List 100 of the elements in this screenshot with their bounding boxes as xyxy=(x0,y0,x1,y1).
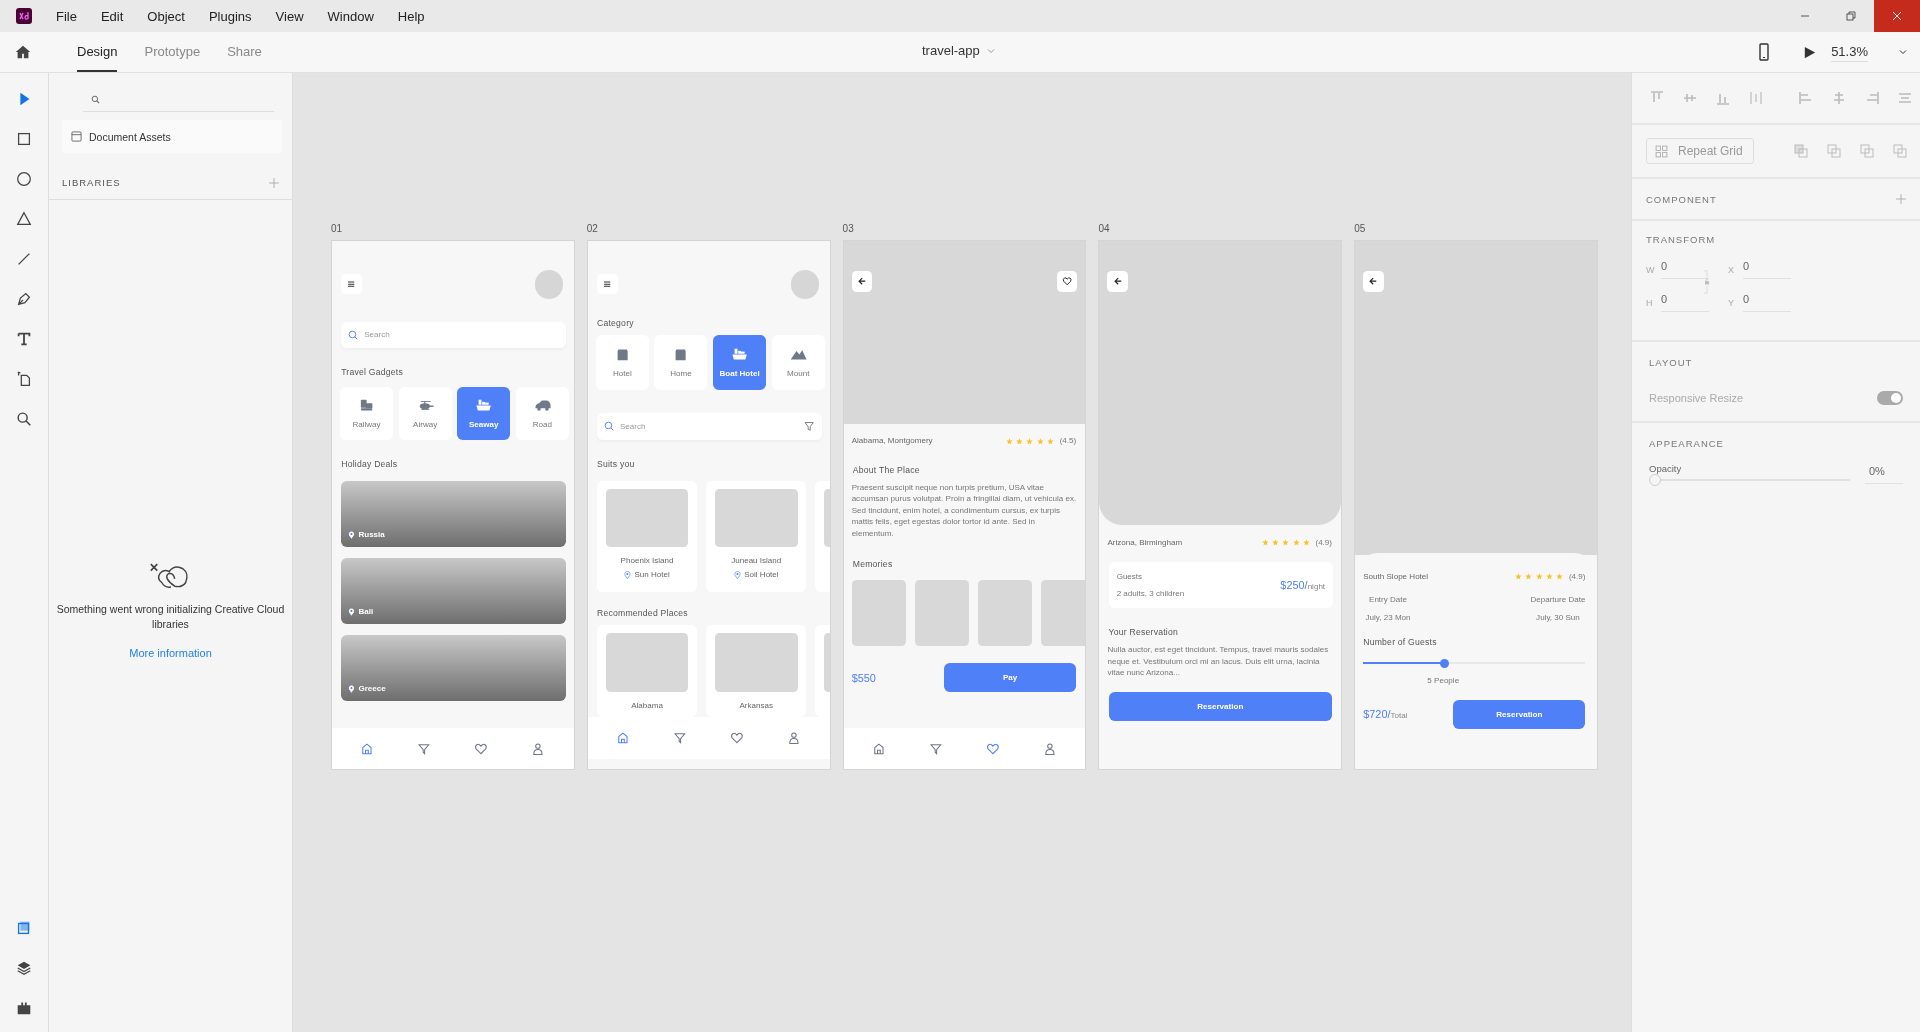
align-icon[interactable] xyxy=(1831,90,1847,106)
hotel-name: South Slope Hotel xyxy=(1363,572,1429,582)
add-icon[interactable] xyxy=(269,177,279,188)
filter-icon[interactable] xyxy=(804,421,815,432)
home-icon[interactable] xyxy=(872,741,886,756)
user-icon[interactable] xyxy=(1043,741,1057,756)
price: $720/Total xyxy=(1363,708,1408,721)
field-label: Y xyxy=(1728,297,1735,308)
deal-card[interactable]: Russia xyxy=(341,480,566,548)
boolean-icon[interactable] xyxy=(1859,143,1875,159)
back-arrow-icon xyxy=(1112,276,1123,287)
filter-icon[interactable] xyxy=(417,741,432,756)
deal-card[interactable]: Bali xyxy=(341,557,566,625)
responsive-resize-label: Responsive Resize xyxy=(1649,392,1744,404)
align-icon[interactable] xyxy=(1897,90,1913,106)
menu-button[interactable] xyxy=(597,273,618,295)
filter-icon[interactable] xyxy=(673,730,688,745)
boolean-icon[interactable] xyxy=(1826,143,1842,159)
artboard-label[interactable]: 01 xyxy=(331,223,575,234)
boolean-icon[interactable] xyxy=(1892,143,1908,159)
category-tile[interactable]: Seaway xyxy=(457,386,511,440)
heart-icon[interactable] xyxy=(986,741,1000,756)
back-button[interactable] xyxy=(1363,270,1384,292)
search-field[interactable]: Search xyxy=(597,413,822,440)
artboard-label[interactable]: 05 xyxy=(1354,223,1598,234)
align-icon[interactable] xyxy=(1748,90,1764,106)
category-tile[interactable]: Hotel xyxy=(595,334,649,391)
artboard-tool-icon xyxy=(15,370,33,388)
category-tile[interactable]: Railway xyxy=(340,386,393,440)
menu-item[interactable]: Plugins xyxy=(208,8,252,24)
avatar[interactable] xyxy=(534,269,564,299)
back-button[interactable] xyxy=(851,270,873,292)
menu-item[interactable]: View xyxy=(275,8,304,24)
align-icon[interactable] xyxy=(1798,90,1814,106)
reservation-button[interactable]: Reservation xyxy=(1108,692,1332,722)
favorite-button[interactable] xyxy=(1056,270,1078,292)
number-field[interactable]: 0 xyxy=(1661,260,1709,279)
deal-card[interactable]: Greece xyxy=(341,634,566,702)
category-tile[interactable]: Airway xyxy=(398,386,452,440)
artboard-label[interactable]: 04 xyxy=(1098,223,1343,234)
section-heading: Holiday Deals xyxy=(341,459,398,470)
app-logo xyxy=(16,8,32,24)
heart-icon[interactable] xyxy=(474,741,489,756)
document-assets-item[interactable]: Document Assets xyxy=(62,120,282,153)
mode-tab[interactable]: Share xyxy=(227,32,262,72)
date-value[interactable]: July, 23 Mon xyxy=(1365,613,1411,623)
filter-icon[interactable] xyxy=(929,741,943,756)
hotel-name: Sun Hotel xyxy=(634,570,670,580)
add-icon[interactable] xyxy=(1896,194,1906,204)
align-icon[interactable] xyxy=(1864,90,1880,106)
menu-item[interactable]: Object xyxy=(147,8,185,24)
category-tile[interactable]: Home xyxy=(654,334,708,391)
boolean-icon[interactable] xyxy=(1793,143,1809,159)
avatar[interactable] xyxy=(790,269,820,299)
phone-icon[interactable] xyxy=(1758,42,1771,62)
date-label: Departure Date xyxy=(1530,595,1586,604)
category-tile[interactable]: Road xyxy=(515,386,569,440)
place-card[interactable]: Alabama xyxy=(597,625,698,718)
menu-item[interactable]: Help xyxy=(397,8,425,24)
menu-item[interactable]: Window xyxy=(327,8,374,24)
zoom-field[interactable]: 51.3% xyxy=(1831,42,1868,62)
artboard-label[interactable]: 02 xyxy=(586,223,831,234)
number-field[interactable]: 0 xyxy=(1743,293,1791,312)
menu-item[interactable]: File xyxy=(56,8,77,24)
menu-item[interactable]: Edit xyxy=(100,8,124,24)
number-field[interactable]: 0 xyxy=(1743,260,1791,279)
search-icon xyxy=(15,410,33,428)
opacity-slider[interactable] xyxy=(1649,474,1850,486)
user-icon[interactable] xyxy=(787,730,802,745)
place-card[interactable]: Arkansas xyxy=(706,625,807,718)
guests-slider[interactable] xyxy=(1363,658,1586,668)
rectangle-tool-icon xyxy=(15,130,33,148)
hotel-card[interactable]: Phoenix Island Sun Hotel xyxy=(597,480,698,593)
date-value[interactable]: July, 30 Sun xyxy=(1536,613,1580,623)
artboard-label[interactable]: 03 xyxy=(842,223,1087,234)
number-field[interactable]: 0 xyxy=(1661,293,1709,312)
caret-icon[interactable] xyxy=(1898,47,1908,57)
home-icon[interactable] xyxy=(14,43,32,61)
more-information-link[interactable]: More information xyxy=(129,647,212,659)
pay-button[interactable]: Pay xyxy=(943,663,1077,692)
heart-icon xyxy=(1061,276,1073,287)
image-placeholder xyxy=(914,580,969,646)
heart-icon[interactable] xyxy=(730,730,745,745)
menu-button[interactable] xyxy=(341,273,362,295)
category-tile[interactable]: Mount xyxy=(771,334,825,391)
star-icon xyxy=(1026,437,1034,445)
play-icon[interactable] xyxy=(1802,44,1818,60)
document-title[interactable]: travel-app xyxy=(922,43,980,58)
user-icon[interactable] xyxy=(531,741,546,756)
section-heading: TRANSFORM xyxy=(1646,234,1716,245)
guests-card[interactable]: Guests 2 adults, 3 children $250/night xyxy=(1108,561,1334,608)
polygon-tool-icon xyxy=(15,210,33,228)
search-field[interactable]: Search xyxy=(341,321,566,348)
category-tile[interactable]: Boat Hotel xyxy=(713,334,766,391)
mode-tab[interactable]: Prototype xyxy=(144,32,201,72)
reservation-button[interactable]: Reservation xyxy=(1453,699,1586,729)
hotel-card[interactable]: Juneau Island Soil Hotel xyxy=(706,480,807,593)
opacity-field[interactable]: 0% xyxy=(1864,464,1903,484)
back-button[interactable] xyxy=(1107,270,1129,292)
menu-icon xyxy=(346,278,357,290)
